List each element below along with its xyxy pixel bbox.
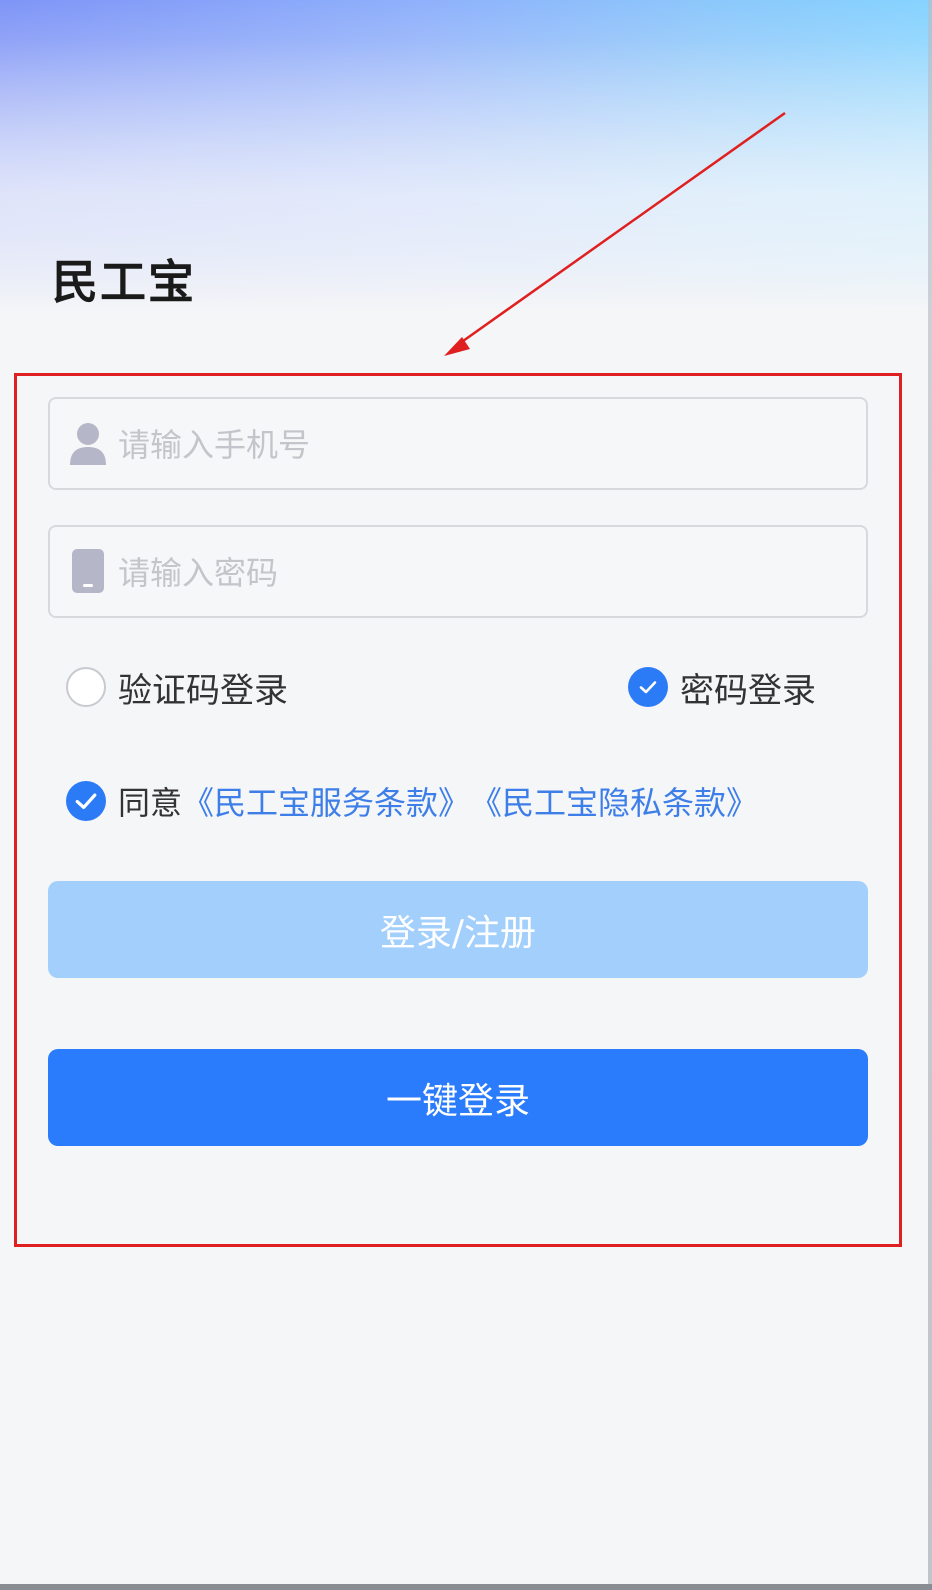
bottom-bar bbox=[0, 1584, 932, 1590]
app-title: 民工宝 bbox=[52, 255, 196, 309]
annotation-highlight-box bbox=[14, 373, 902, 1247]
screen-edge bbox=[928, 0, 932, 1590]
